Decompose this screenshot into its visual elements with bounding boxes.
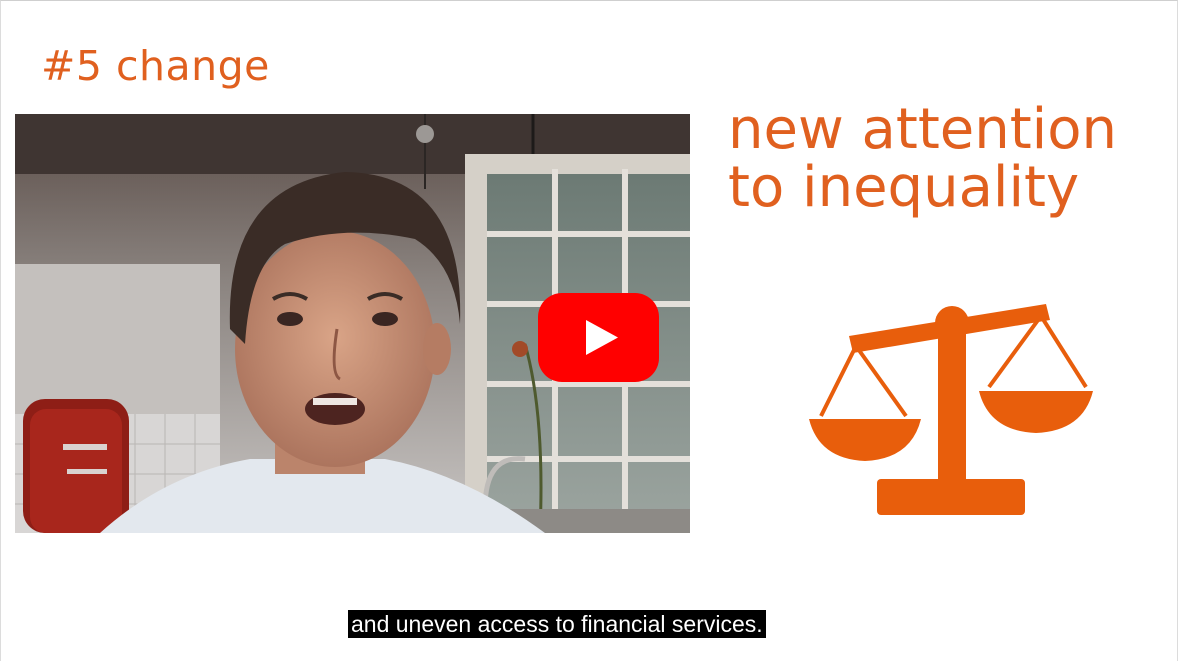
video-player[interactable] [15, 114, 690, 533]
headline-line-1: new attention [728, 97, 1117, 162]
video-play-button[interactable] [538, 293, 659, 382]
video-caption: and uneven access to financial services. [348, 610, 766, 638]
slide-heading: #5 change [41, 42, 270, 90]
slide: #5 change new attention to inequality an… [0, 0, 1178, 661]
youtube-play-icon [538, 293, 659, 382]
slide-headline: new attention to inequality [728, 101, 1173, 217]
balance-scale-icon [809, 304, 1093, 515]
headline-line-2: to inequality [728, 155, 1080, 220]
